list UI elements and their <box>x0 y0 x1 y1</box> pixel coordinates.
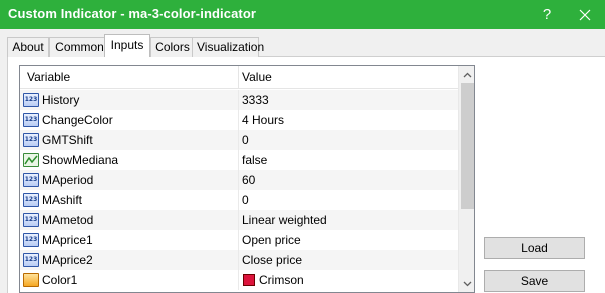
variable-value[interactable]: 0 <box>242 190 249 210</box>
variable-value[interactable]: Linear weighted <box>242 210 327 230</box>
color-swatch[interactable] <box>243 274 255 286</box>
variable-name: MAprice1 <box>42 233 93 247</box>
variable-value[interactable]: 3333 <box>242 90 269 110</box>
grid-row[interactable]: 123 ChangeColor 4 Hours <box>20 110 458 130</box>
integer-type-icon: 123 <box>23 93 39 107</box>
close-icon <box>579 9 591 20</box>
scroll-up-button[interactable] <box>459 66 474 83</box>
integer-type-icon: 123 <box>23 233 39 247</box>
tab-inputs[interactable]: Inputs <box>104 34 150 57</box>
variable-name: MAmetod <box>42 213 94 227</box>
boolean-type-icon <box>23 153 39 167</box>
variable-value[interactable]: Close price <box>242 250 302 270</box>
grid-row[interactable]: 123 MAprice2 Close price <box>20 250 458 270</box>
load-button[interactable]: Load <box>484 237 585 259</box>
variable-value[interactable]: false <box>242 150 267 170</box>
help-button[interactable]: ? <box>527 0 567 29</box>
variable-name: Color1 <box>42 273 78 287</box>
grid-row[interactable]: 123 MAperiod 60 <box>20 170 458 190</box>
chevron-up-icon <box>463 72 472 77</box>
integer-type-icon: 123 <box>23 133 39 147</box>
integer-type-icon: 123 <box>23 173 39 187</box>
column-header-variable[interactable]: Variable <box>20 66 239 89</box>
grid-row[interactable]: 123 MAprice1 Open price <box>20 230 458 250</box>
variable-name: ChangeColor <box>42 113 113 127</box>
scrollbar-thumb[interactable] <box>461 83 474 209</box>
save-button[interactable]: Save <box>484 270 585 292</box>
grid-header: Variable Value <box>20 66 458 89</box>
inputs-grid[interactable]: Variable Value 123 History 3333 123 Change… <box>19 65 475 293</box>
vertical-scrollbar[interactable] <box>458 66 474 292</box>
grid-row[interactable]: 123 MAshift 0 <box>20 190 458 210</box>
scroll-down-button[interactable] <box>459 275 474 292</box>
variable-name: MAshift <box>42 193 83 207</box>
grid-row[interactable]: 123 GMTShift 0 <box>20 130 458 150</box>
variable-value[interactable]: 60 <box>242 170 255 190</box>
integer-type-icon: 123 <box>23 113 39 127</box>
integer-type-icon: 123 <box>23 213 39 227</box>
variable-name: MAprice2 <box>42 253 93 267</box>
grid-row[interactable]: Color1 Crimson <box>20 270 458 290</box>
variable-value[interactable]: 4 Hours <box>242 110 284 130</box>
chevron-down-icon <box>463 281 472 286</box>
variable-name: MAperiod <box>42 173 94 187</box>
variable-value[interactable]: 0 <box>242 130 249 150</box>
window-title: Custom Indicator - ma-3-color-indicator <box>8 6 257 21</box>
grid-row[interactable]: 123 MAmetod Linear weighted <box>20 210 458 230</box>
variable-name: ShowMediana <box>42 153 119 167</box>
tab-visualization[interactable]: Visualization <box>192 37 264 57</box>
column-header-value[interactable]: Value <box>239 66 458 89</box>
tab-about[interactable]: About <box>7 37 49 57</box>
tab-colors[interactable]: Colors <box>150 37 195 57</box>
grid-row[interactable]: ShowMediana false <box>20 150 458 170</box>
variable-value[interactable]: Crimson <box>259 270 304 290</box>
variable-name: History <box>42 93 80 107</box>
variable-value[interactable]: Open price <box>242 230 301 250</box>
integer-type-icon: 123 <box>23 253 39 267</box>
variable-name: GMTShift <box>42 133 93 147</box>
integer-type-icon: 123 <box>23 193 39 207</box>
color-type-icon <box>23 273 39 287</box>
tab-common[interactable]: Common <box>49 37 110 57</box>
grid-row[interactable]: 123 History 3333 <box>20 90 458 110</box>
close-button[interactable] <box>565 0 605 29</box>
title-bar: Custom Indicator - ma-3-color-indicator … <box>0 0 605 29</box>
